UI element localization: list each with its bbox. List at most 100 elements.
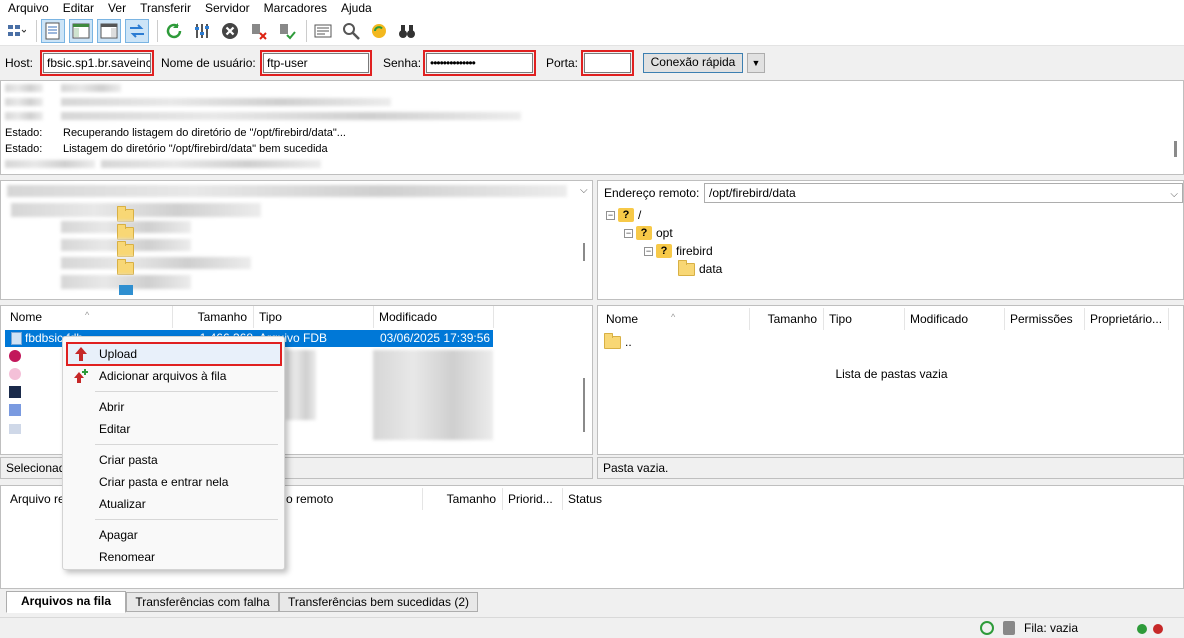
password-input[interactable]: •••••••••••••• xyxy=(423,50,536,76)
drive-icon xyxy=(119,285,133,295)
remote-list-header: ^ Nome Tamanho Tipo Modificado Permissõe… xyxy=(598,308,1183,330)
menu-item-refresh[interactable]: Atualizar xyxy=(67,493,281,515)
log-label: Estado: xyxy=(5,143,43,155)
column-name[interactable]: Nome xyxy=(5,306,173,328)
menu-item-edit[interactable]: Editar xyxy=(67,418,281,440)
compare-icon[interactable] xyxy=(339,19,363,43)
menu-servidor[interactable]: Servidor xyxy=(198,0,257,16)
toggle-log-icon[interactable] xyxy=(41,18,65,43)
toggle-remote-tree-icon[interactable] xyxy=(97,18,121,43)
menu-arquivo[interactable]: Arquivo xyxy=(0,0,56,16)
username-input[interactable]: ftp-user xyxy=(260,50,372,76)
log-scrollbar[interactable] xyxy=(1174,141,1177,157)
column-type[interactable]: Tipo xyxy=(824,308,905,330)
toolbar-separator xyxy=(306,19,307,42)
sync-browsing-icon[interactable] xyxy=(367,19,391,43)
redacted-text xyxy=(61,112,521,120)
scrollbar-thumb[interactable] xyxy=(583,243,585,261)
column-remote-file[interactable]: o remoto xyxy=(281,488,423,510)
cancel-icon[interactable] xyxy=(218,19,242,43)
queue-icon xyxy=(1003,621,1015,635)
menu-transferir[interactable]: Transferir xyxy=(133,0,198,16)
redacted-tree xyxy=(11,203,261,217)
chevron-down-icon: ▼ xyxy=(751,58,761,68)
tab-successful-transfers[interactable]: Transferências bem sucedidas (2) xyxy=(279,592,478,612)
column-size[interactable]: Tamanho xyxy=(173,306,254,328)
port-label: Porta: xyxy=(546,56,579,70)
column-modified[interactable]: Modificado xyxy=(374,306,494,328)
site-manager-icon[interactable] xyxy=(4,19,28,43)
column-name[interactable]: Nome xyxy=(601,308,750,330)
quickconnect-dropdown[interactable]: ▼ xyxy=(747,53,765,73)
log-line: Estado: Recuperando listagem do diretório… xyxy=(5,126,346,140)
menu-item-label: Upload xyxy=(99,347,138,361)
tab-queued-files[interactable]: Arquivos na fila xyxy=(6,591,126,613)
column-owner[interactable]: Proprietário... xyxy=(1085,308,1169,330)
redacted-text xyxy=(61,84,121,92)
activity-led-red-icon xyxy=(1153,624,1163,634)
directory-listing-filter-icon[interactable] xyxy=(311,19,335,43)
tree-node-label: opt xyxy=(656,226,673,240)
transfer-queue-icon[interactable] xyxy=(125,18,149,43)
filter-icon[interactable] xyxy=(190,19,214,43)
tree-node-root[interactable]: − ? / xyxy=(606,207,641,223)
tree-node-opt[interactable]: − ? opt xyxy=(624,225,673,241)
remote-path-label: Endereço remoto: xyxy=(604,186,700,200)
tree-node-data[interactable]: data xyxy=(678,259,722,277)
binoculars-icon[interactable] xyxy=(395,19,419,43)
log-text: Listagem do diretório "/opt/firebird/dat… xyxy=(63,143,328,155)
toggle-local-tree-icon[interactable] xyxy=(69,18,93,43)
menu-marcadores[interactable]: Marcadores xyxy=(257,0,334,16)
menu-editar[interactable]: Editar xyxy=(56,0,101,16)
refresh-icon[interactable] xyxy=(162,19,186,43)
remote-path-input[interactable]: /opt/firebird/data ⌵ xyxy=(704,183,1183,203)
host-input[interactable]: fbsic.sp1.br.saveinc xyxy=(40,50,154,76)
parent-directory-label: .. xyxy=(625,335,632,349)
column-local-file[interactable]: Arquivo re xyxy=(5,488,65,510)
column-modified[interactable]: Modificado xyxy=(905,308,1005,330)
parent-directory-row[interactable]: .. xyxy=(604,332,632,350)
collapse-icon[interactable]: − xyxy=(606,210,615,220)
reconnect-icon[interactable] xyxy=(274,19,298,43)
column-size[interactable]: Tamanho xyxy=(750,308,824,330)
tab-failed-transfers[interactable]: Transferências com falha xyxy=(126,592,279,612)
menu-ver[interactable]: Ver xyxy=(101,0,133,16)
folder-icon xyxy=(117,241,134,257)
menu-item-create-folder[interactable]: Criar pasta xyxy=(67,449,281,471)
scrollbar-thumb[interactable] xyxy=(583,378,585,432)
menu-ajuda[interactable]: Ajuda xyxy=(334,0,379,16)
column-permissions[interactable]: Permissões xyxy=(1005,308,1085,330)
menu-item-upload[interactable]: Upload xyxy=(66,342,282,366)
chevron-down-icon[interactable]: ⌵ xyxy=(580,185,588,196)
menu-item-add-to-queue[interactable]: Adicionar arquivos à fila xyxy=(67,365,281,387)
status-bar: Fila: vazia xyxy=(0,617,1184,638)
menu-item-rename[interactable]: Renomear xyxy=(67,546,281,568)
chevron-down-icon[interactable]: ⌵ xyxy=(1170,186,1178,204)
port-input[interactable] xyxy=(581,50,634,76)
column-priority[interactable]: Priorid... xyxy=(503,488,563,510)
menu-item-open[interactable]: Abrir xyxy=(67,396,281,418)
menu-item-create-folder-enter[interactable]: Criar pasta e entrar nela xyxy=(67,471,281,493)
quickconnect-button[interactable]: Conexão rápida xyxy=(643,53,743,73)
settings-icon[interactable] xyxy=(980,621,994,635)
redacted-text xyxy=(101,160,321,168)
folder-icon xyxy=(604,332,621,349)
redacted-text xyxy=(61,98,391,106)
menu-separator xyxy=(95,519,278,520)
local-list-header: ^ Nome Tamanho Tipo Modificado xyxy=(1,306,592,328)
file-icon xyxy=(9,350,21,362)
unknown-folder-icon: ? xyxy=(656,244,672,258)
menu-item-delete[interactable]: Apagar xyxy=(67,524,281,546)
column-size[interactable]: Tamanho xyxy=(423,488,503,510)
redacted-rows xyxy=(373,350,493,440)
file-modified: 03/06/2025 17:39:56 xyxy=(380,331,491,345)
column-type[interactable]: Tipo xyxy=(254,306,374,328)
tree-node-firebird[interactable]: − ? firebird xyxy=(644,243,713,259)
column-status[interactable]: Status xyxy=(563,488,683,510)
local-tree-panel: ⌵ xyxy=(0,180,593,300)
collapse-icon[interactable]: − xyxy=(624,228,633,238)
message-log: Estado: Recuperando listagem do diretório… xyxy=(0,80,1184,175)
menu-bar: Arquivo Editar Ver Transferir Servidor M… xyxy=(0,0,1184,16)
collapse-icon[interactable]: − xyxy=(644,246,653,256)
disconnect-icon[interactable] xyxy=(246,19,270,43)
